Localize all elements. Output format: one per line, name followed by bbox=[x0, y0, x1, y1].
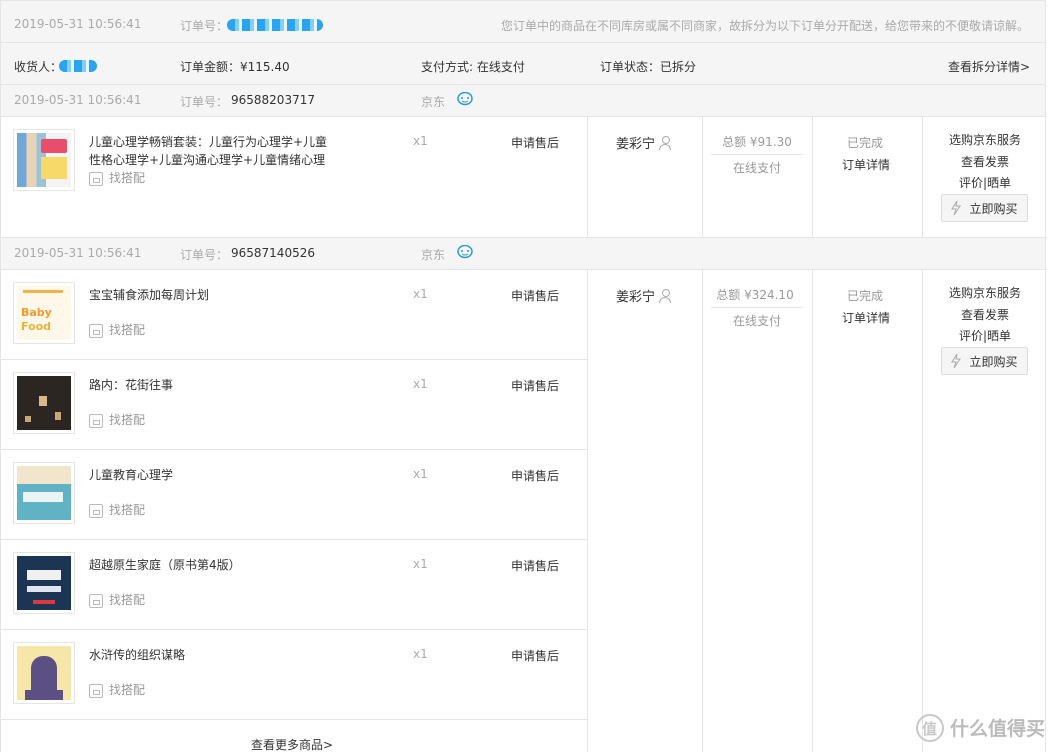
view-invoice-link[interactable]: 查看发票 bbox=[935, 305, 1035, 327]
view-split-details-link[interactable]: 查看拆分详情> bbox=[948, 58, 1030, 75]
match-icon bbox=[89, 683, 103, 698]
match-icon bbox=[89, 171, 103, 186]
review-link[interactable]: 评价|晒单 bbox=[935, 326, 1035, 348]
order-total: 总额 ¥324.10 bbox=[716, 288, 794, 302]
product-name[interactable]: 儿童教育心理学 bbox=[89, 466, 339, 484]
order-number: 96587140526 bbox=[231, 246, 315, 260]
order-operations: 选购京东服务 查看发票 评价|晒单 bbox=[935, 283, 1035, 348]
product-thumbnail[interactable] bbox=[13, 372, 75, 434]
payment-type: 在线支付 bbox=[732, 314, 781, 328]
find-match-link[interactable]: 找搭配 bbox=[89, 411, 145, 428]
order-number-label: 订单号： bbox=[180, 19, 229, 33]
user-icon bbox=[659, 136, 672, 150]
find-match-link[interactable]: 找搭配 bbox=[89, 591, 145, 608]
find-match-link[interactable]: 找搭配 bbox=[89, 681, 145, 698]
match-icon bbox=[89, 323, 103, 338]
product-thumbnail[interactable] bbox=[13, 129, 75, 191]
product-thumbnail[interactable] bbox=[13, 642, 75, 704]
after-sales-link[interactable]: 申请售后 bbox=[511, 557, 559, 574]
product-row: 超越原生家庭（原书第4版） x1 申请售后 找搭配 bbox=[1, 540, 587, 630]
quantity: x1 bbox=[413, 287, 428, 301]
user-name: 姜彩宁 bbox=[616, 133, 672, 152]
product-name[interactable]: 水浒传的组织谋略 bbox=[89, 646, 339, 664]
buy-now-button[interactable]: 立即购买 bbox=[941, 194, 1028, 222]
status-text: 已完成 bbox=[847, 136, 884, 150]
after-sales-link[interactable]: 申请售后 bbox=[511, 467, 559, 484]
match-icon bbox=[89, 503, 103, 518]
order-date: 2019-05-31 10:56:41 bbox=[14, 17, 142, 31]
product-name[interactable]: 宝宝辅食添加每周计划 bbox=[89, 286, 339, 304]
redacted-receiver bbox=[59, 60, 97, 72]
quantity: x1 bbox=[413, 377, 428, 391]
buy-service-link[interactable]: 选购京东服务 bbox=[935, 130, 1035, 152]
quantity: x1 bbox=[413, 467, 428, 481]
user-name: 姜彩宁 bbox=[616, 286, 672, 305]
shop-name: 京东 bbox=[421, 248, 446, 262]
product-row: 儿童教育心理学 x1 申请售后 找搭配 bbox=[1, 450, 587, 540]
order-number-label: 订单号： bbox=[180, 95, 229, 109]
order-date: 2019-05-31 10:56:41 bbox=[14, 246, 142, 260]
product-row: 路内：花街往事 x1 申请售后 找搭配 bbox=[1, 360, 587, 450]
watermark-logo-icon bbox=[915, 714, 944, 742]
lightning-icon bbox=[951, 354, 962, 368]
after-sales-link[interactable]: 申请售后 bbox=[511, 647, 559, 664]
after-sales-link[interactable]: 申请售后 bbox=[511, 287, 559, 304]
shop-name: 京东 bbox=[421, 95, 446, 109]
user-icon bbox=[659, 289, 672, 303]
buy-now-button[interactable]: 立即购买 bbox=[941, 347, 1028, 375]
product-name[interactable]: 路内：花街往事 bbox=[89, 376, 339, 394]
lightning-icon bbox=[951, 201, 962, 215]
order-detail-link[interactable]: 订单详情 bbox=[842, 309, 890, 326]
view-more-products-link[interactable]: 查看更多商品> bbox=[251, 736, 333, 752]
quantity: x1 bbox=[413, 557, 428, 571]
find-match-link[interactable]: 找搭配 bbox=[89, 169, 145, 186]
chat-icon[interactable] bbox=[451, 245, 473, 260]
order-date: 2019-05-31 10:56:41 bbox=[14, 93, 142, 107]
payment-method: 支付方式: 在线支付 bbox=[421, 60, 525, 74]
product-name[interactable]: 儿童心理学畅销套装：儿童行为心理学+儿童性格心理学+儿童沟通心理学+儿童情绪心理 bbox=[89, 133, 339, 169]
product-row: 水浒传的组织谋略 x1 申请售后 找搭配 bbox=[1, 630, 587, 720]
chat-icon[interactable] bbox=[451, 92, 473, 107]
split-notice: 您订单中的商品在不同库房或属不同商家，故拆分为以下订单分开配送，给您带来的不便敬… bbox=[501, 19, 1030, 33]
find-match-link[interactable]: 找搭配 bbox=[89, 321, 145, 338]
after-sales-link[interactable]: 申请售后 bbox=[511, 134, 559, 151]
find-match-link[interactable]: 找搭配 bbox=[89, 501, 145, 518]
match-icon bbox=[89, 413, 103, 428]
match-icon bbox=[89, 593, 103, 608]
product-row: 儿童心理学畅销套装：儿童行为心理学+儿童性格心理学+儿童沟通心理学+儿童情绪心理… bbox=[1, 117, 587, 207]
product-name[interactable]: 超越原生家庭（原书第4版） bbox=[89, 556, 339, 574]
split-order-header: 2019-05-31 10:56:41 订单号： 您订单中的商品在不同库房或属不… bbox=[0, 0, 1046, 43]
after-sales-link[interactable]: 申请售后 bbox=[511, 377, 559, 394]
product-thumbnail[interactable] bbox=[13, 552, 75, 614]
order-status: 订单状态：已拆分 bbox=[600, 60, 697, 74]
status-text: 已完成 bbox=[847, 289, 884, 303]
product-thumbnail[interactable] bbox=[13, 462, 75, 524]
order-operations: 选购京东服务 查看发票 评价|晒单 bbox=[935, 130, 1035, 195]
payment-type: 在线支付 bbox=[732, 161, 781, 175]
redacted-order-number bbox=[227, 19, 323, 31]
view-invoice-link[interactable]: 查看发票 bbox=[935, 152, 1035, 174]
order-1-block: 儿童心理学畅销套装：儿童行为心理学+儿童性格心理学+儿童沟通心理学+儿童情绪心理… bbox=[0, 117, 1046, 238]
quantity: x1 bbox=[413, 647, 428, 661]
order-amount: 订单金额：¥115.40 bbox=[180, 60, 290, 74]
order-detail-link[interactable]: 订单详情 bbox=[842, 156, 890, 173]
order-2-block: Baby Food 宝宝辅食添加每周计划 x1 申请售后 找搭配 路内：花街往事… bbox=[0, 270, 1046, 752]
receiver-label: 收货人： bbox=[14, 60, 63, 74]
quantity: x1 bbox=[413, 134, 428, 148]
site-watermark: 什么值得买 bbox=[915, 714, 1045, 742]
product-row: Baby Food 宝宝辅食添加每周计划 x1 申请售后 找搭配 bbox=[1, 270, 587, 360]
order-number: 96588203717 bbox=[231, 93, 315, 107]
order-total: 总额 ¥91.30 bbox=[722, 135, 792, 149]
order-1-header: 2019-05-31 10:56:41 订单号： 96588203717 京东 bbox=[0, 85, 1046, 117]
product-thumbnail[interactable]: Baby Food bbox=[13, 282, 75, 344]
order-2-header: 2019-05-31 10:56:41 订单号： 96587140526 京东 bbox=[0, 238, 1046, 270]
order-summary: 收货人： 订单金额：¥115.40 支付方式: 在线支付 订单状态：已拆分 查看… bbox=[0, 43, 1046, 85]
buy-service-link[interactable]: 选购京东服务 bbox=[935, 283, 1035, 305]
review-link[interactable]: 评价|晒单 bbox=[935, 173, 1035, 195]
order-number-label: 订单号： bbox=[180, 248, 229, 262]
